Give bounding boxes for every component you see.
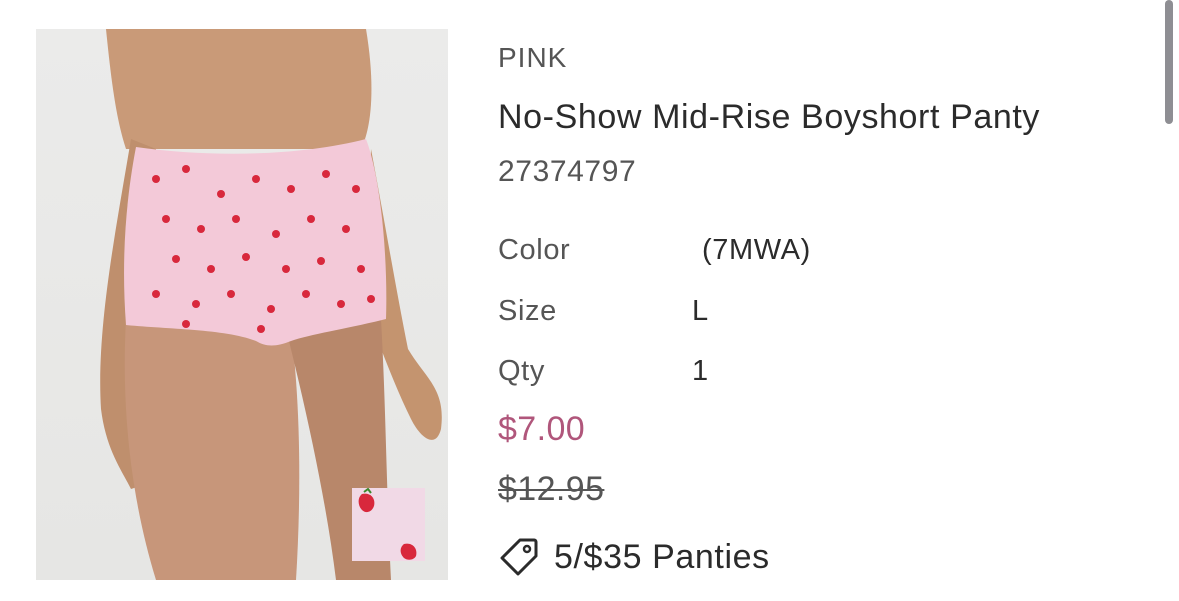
color-value: (7MWA)	[702, 234, 811, 266]
promo-text: 5/$35 Panties	[554, 537, 770, 576]
qty-value: 1	[692, 355, 709, 387]
product-title[interactable]: No-Show Mid-Rise Boyshort Panty	[498, 98, 1040, 137]
tag-icon	[500, 538, 538, 576]
size-value: L	[692, 295, 709, 327]
color-swatch[interactable]	[352, 487, 425, 561]
size-label: Size	[498, 295, 557, 327]
scrollbar[interactable]	[1165, 0, 1173, 124]
brand-name: PINK	[498, 42, 568, 73]
strawberry-swatch-icon	[358, 487, 417, 560]
color-label: Color	[498, 234, 571, 266]
qty-label: Qty	[498, 355, 545, 387]
original-price: $12.95	[498, 470, 605, 508]
promo-offer[interactable]: 5/$35 Panties	[498, 536, 770, 578]
product-sku: 27374797	[498, 155, 637, 188]
sale-price: $7.00	[498, 410, 586, 448]
